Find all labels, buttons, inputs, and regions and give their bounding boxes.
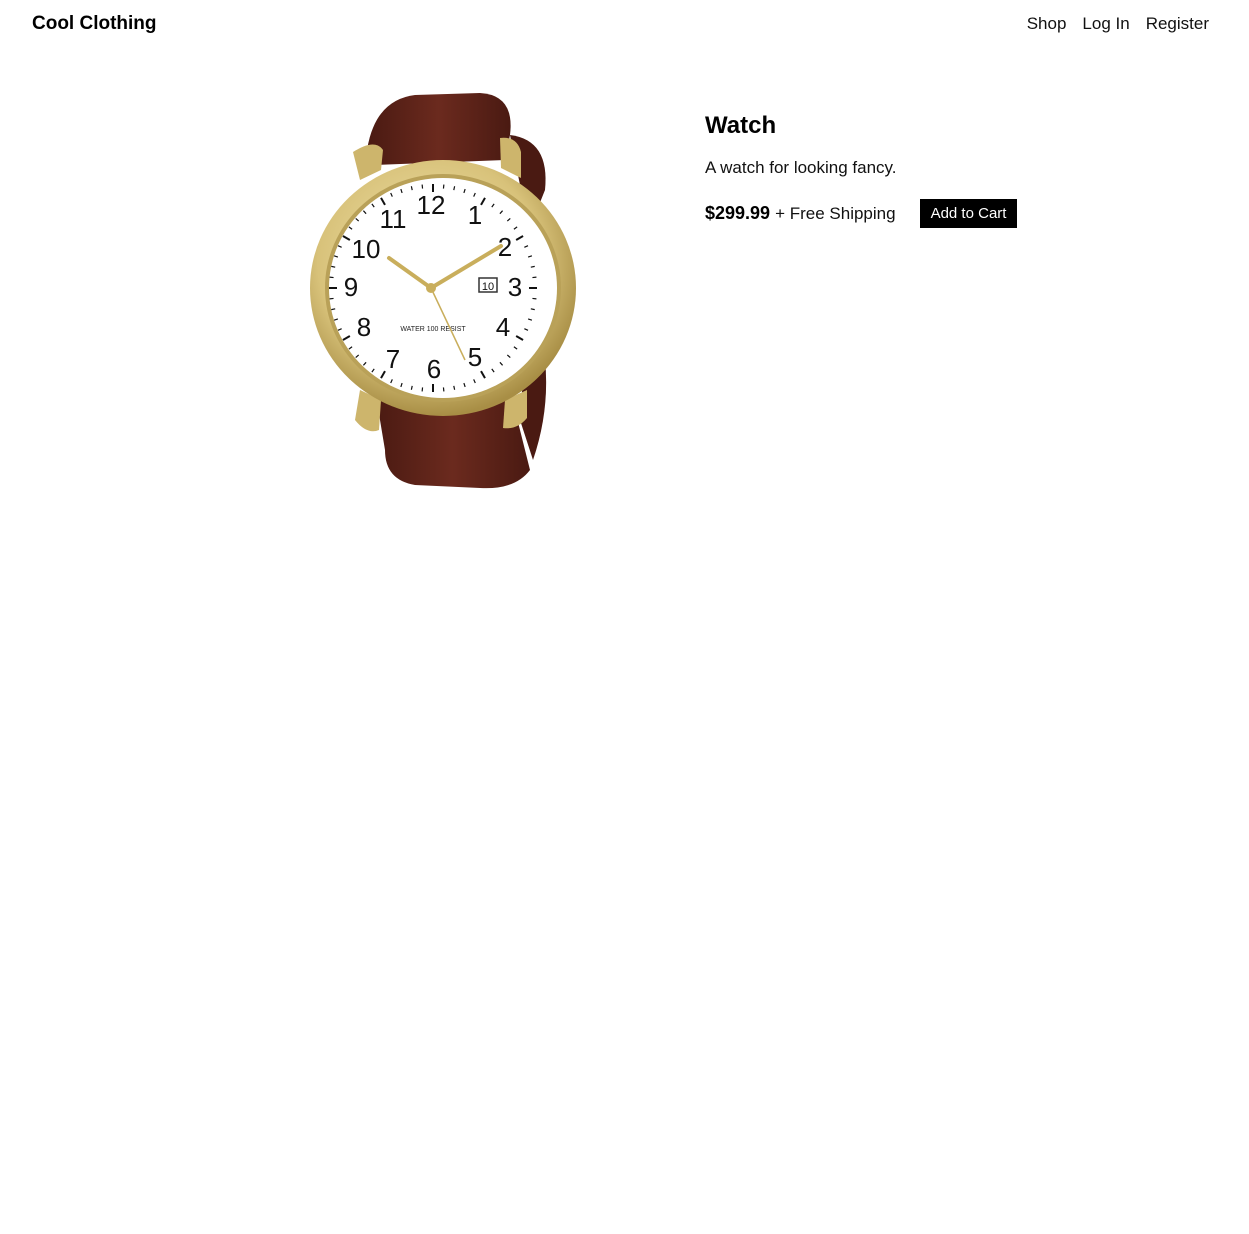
nav-link-log-in[interactable]: Log In	[1082, 14, 1129, 34]
brand-logo-link[interactable]: Cool Clothing	[32, 13, 157, 35]
svg-text:12: 12	[417, 190, 446, 220]
product-details: Watch A watch for looking fancy. $299.99…	[705, 110, 1185, 228]
site-header: Cool Clothing Shop Log In Register	[0, 0, 1249, 50]
product-title: Watch	[705, 112, 777, 139]
nav-link-register[interactable]: Register	[1146, 14, 1209, 34]
svg-text:8: 8	[357, 312, 371, 342]
svg-text:7: 7	[386, 344, 400, 374]
svg-text:6: 6	[427, 354, 441, 384]
svg-text:10: 10	[352, 234, 381, 264]
watch-image: 12 1 2 3 4 5 6 7 8 9 10 11 10 WATER 100 …	[310, 93, 576, 489]
add-to-cart-button[interactable]: Add to Cart	[919, 199, 1018, 228]
main-nav: Shop Log In Register	[1027, 14, 1209, 34]
svg-text:5: 5	[468, 342, 482, 372]
nav-link-shop[interactable]: Shop	[1027, 14, 1067, 34]
product-price: $299.99	[705, 203, 771, 223]
svg-text:WATER 100 RESIST: WATER 100 RESIST	[400, 326, 466, 333]
purchase-row: $299.99 + Free Shipping Add to Cart	[705, 199, 1185, 228]
product-image: 12 1 2 3 4 5 6 7 8 9 10 11 10 WATER 100 …	[305, 90, 581, 490]
svg-text:3: 3	[508, 272, 522, 302]
svg-text:9: 9	[344, 272, 358, 302]
svg-text:10: 10	[482, 281, 494, 293]
svg-text:4: 4	[496, 312, 510, 342]
svg-text:1: 1	[468, 200, 482, 230]
shipping-info: + Free Shipping	[775, 203, 896, 223]
product-description: A watch for looking fancy.	[705, 158, 897, 177]
svg-text:11: 11	[380, 204, 407, 234]
